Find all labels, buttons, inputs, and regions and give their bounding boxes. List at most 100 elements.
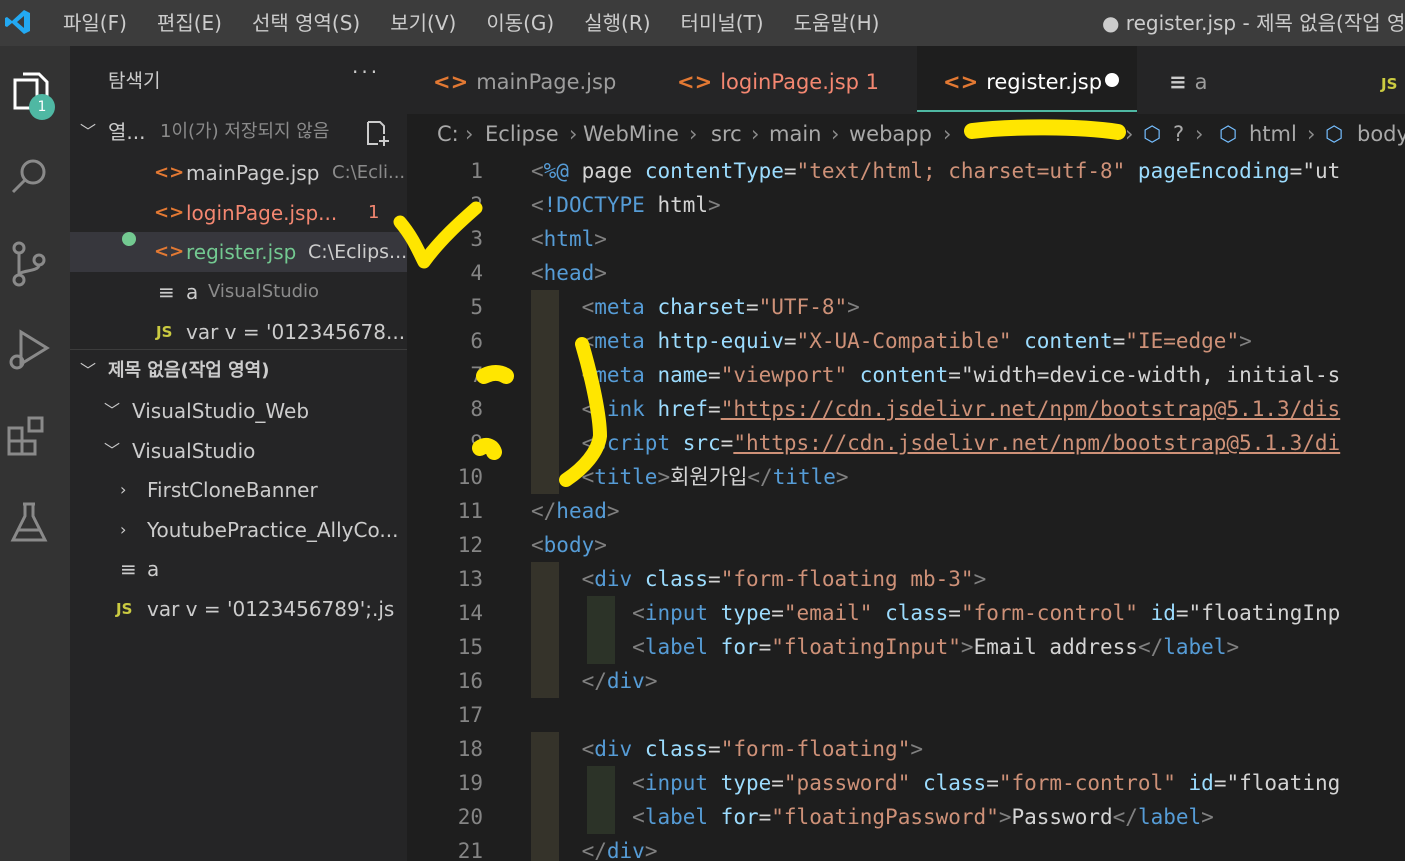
- search-icon[interactable]: [5, 154, 53, 202]
- chevron-right-icon: ›: [1307, 122, 1316, 146]
- code-text: <input type="password" class="form-contr…: [632, 771, 1341, 795]
- code-line[interactable]: 15 <label for="floatingInput">Email addr…: [407, 630, 1405, 664]
- unsaved-count: 1이(가) 저장되지 않음: [160, 121, 330, 142]
- breadcrumb-item[interactable]: src: [711, 114, 742, 154]
- chevron-right-icon: ›: [120, 480, 127, 499]
- menu-go[interactable]: 이동(G): [471, 0, 569, 46]
- breadcrumb-item[interactable]: body: [1357, 114, 1405, 154]
- tree-file[interactable]: JS var v = '0123456789';.js: [70, 589, 407, 629]
- code-line[interactable]: 16 </div>: [407, 664, 1405, 698]
- tab-a[interactable]: ≡ a: [1137, 46, 1367, 114]
- menu-selection[interactable]: 선택 영역(S): [237, 0, 375, 46]
- explorer-sidebar: 탐색기 ··· ﹀ 열... 1이(가) 저장되지 않음 <> mainPage…: [70, 46, 407, 861]
- menu-run[interactable]: 실행(R): [569, 0, 665, 46]
- line-number: 11: [457, 499, 483, 523]
- code-line[interactable]: 12 <body>: [407, 528, 1405, 562]
- code-line[interactable]: 13 <div class="form-floating mb-3">: [407, 562, 1405, 596]
- code-line[interactable]: 5 <meta charset="UTF-8">: [407, 290, 1405, 324]
- line-number: 21: [457, 839, 483, 861]
- menu-terminal[interactable]: 터미널(T): [666, 0, 779, 46]
- code-line[interactable]: 19 <input type="password" class="form-co…: [407, 766, 1405, 800]
- save-all-icon[interactable]: [364, 120, 392, 146]
- breadcrumb-item[interactable]: C:: [437, 114, 459, 154]
- line-number: 15: [457, 635, 483, 659]
- code-editor[interactable]: 1 <%@ page contentType="text/html; charse…: [407, 154, 1405, 861]
- line-number: 2: [470, 193, 483, 217]
- breadcrumb-item[interactable]: main: [769, 114, 821, 154]
- breadcrumb-item[interactable]: Eclipse: [485, 114, 559, 154]
- code-line[interactable]: 3 <html>: [407, 222, 1405, 256]
- breadcrumb-item[interactable]: webapp: [849, 114, 932, 154]
- code-line[interactable]: 7 <meta name="viewport" content="width=d…: [407, 358, 1405, 392]
- code-line[interactable]: 17: [407, 698, 1405, 732]
- chevron-down-icon: ﹀: [104, 401, 121, 420]
- tab-mainpage[interactable]: <> mainPage.jsp: [407, 46, 657, 114]
- code-line[interactable]: 6 <meta http-equiv="X-UA-Compatible" con…: [407, 324, 1405, 358]
- open-editor-item[interactable]: <> loginPage.jsp... 1: [70, 193, 407, 233]
- code-line[interactable]: 10 <title>회원가입</title>: [407, 460, 1405, 494]
- code-line[interactable]: 4 <head>: [407, 256, 1405, 290]
- code-line[interactable]: 21 </div>: [407, 834, 1405, 861]
- tab-register-active[interactable]: <> register.jsp: [917, 46, 1137, 114]
- code-line[interactable]: 1 <%@ page contentType="text/html; charse…: [407, 154, 1405, 188]
- html-file-icon: <>: [154, 241, 185, 262]
- code-text: <div class="form-floating mb-3">: [581, 567, 987, 591]
- js-file-icon: JS: [116, 600, 133, 618]
- breadcrumb-item[interactable]: ?: [1173, 114, 1184, 154]
- menu-help[interactable]: 도움말(H): [779, 0, 895, 46]
- breadcrumb-item[interactable]: WebMine: [583, 114, 679, 154]
- chevron-right-icon: ›: [120, 520, 127, 539]
- code-line[interactable]: 14 <input type="email" class="form-contr…: [407, 596, 1405, 630]
- code-line[interactable]: 11 </head>: [407, 494, 1405, 528]
- tree-file[interactable]: ≡ a: [70, 549, 407, 589]
- code-text: <!DOCTYPE html>: [531, 193, 721, 217]
- code-line[interactable]: 18 <div class="form-floating">: [407, 732, 1405, 766]
- menu-view[interactable]: 보기(V): [375, 0, 471, 46]
- breadcrumb-item[interactable]: html: [1249, 114, 1297, 154]
- workspace-header[interactable]: ﹀ 제목 없음(작업 영역): [70, 351, 407, 391]
- testing-flask-icon[interactable]: [5, 498, 53, 546]
- code-text: <title>회원가입</title>: [581, 465, 849, 489]
- html-file-icon: <>: [154, 162, 185, 183]
- code-text: <script src="https://cdn.jsdelivr.net/np…: [581, 431, 1341, 455]
- code-text: <head>: [531, 261, 607, 285]
- explorer-title: 탐색기: [108, 70, 161, 92]
- tab-loginpage[interactable]: <> loginPage.jsp 1: [657, 46, 917, 114]
- open-editor-item[interactable]: ≡ a VisualStudio: [70, 272, 407, 312]
- code-line[interactable]: 8 <link href="https://cdn.jsdelivr.net/n…: [407, 392, 1405, 426]
- open-editor-item-active[interactable]: <> register.jsp C:\Eclips...: [70, 232, 407, 272]
- run-debug-icon[interactable]: [5, 326, 53, 374]
- tree-folder[interactable]: › YoutubePractice_AllyCo...: [70, 510, 407, 550]
- line-number: 16: [457, 669, 483, 693]
- line-number: 14: [457, 601, 483, 625]
- code-line[interactable]: 2 <!DOCTYPE html>: [407, 188, 1405, 222]
- chevron-down-icon: ﹀: [80, 122, 97, 141]
- chevron-right-icon: ›: [831, 122, 840, 146]
- code-text: <input type="email" class="form-control"…: [632, 601, 1341, 625]
- more-actions-icon[interactable]: ···: [352, 60, 380, 84]
- chevron-right-icon: ›: [465, 122, 474, 146]
- source-control-icon[interactable]: [5, 240, 53, 288]
- code-line[interactable]: 9 <script src="https://cdn.jsdelivr.net/…: [407, 426, 1405, 460]
- code-text: <label for="floatingInput">Email address…: [632, 635, 1240, 659]
- chevron-right-icon: ›: [1125, 122, 1134, 146]
- open-editors-header[interactable]: ﹀ 열... 1이(가) 저장되지 않음: [70, 112, 407, 152]
- code-text: <meta http-equiv="X-UA-Compatible" conte…: [581, 329, 1252, 353]
- tree-folder[interactable]: ﹀ VisualStudio: [70, 431, 407, 471]
- line-number: 5: [470, 295, 483, 319]
- extensions-icon[interactable]: [5, 412, 53, 460]
- tree-folder[interactable]: › FirstCloneBanner: [70, 470, 407, 510]
- vscode-logo-icon[interactable]: [4, 8, 32, 36]
- tab-js[interactable]: JS: [1367, 46, 1405, 114]
- unsaved-dot-icon[interactable]: [1105, 73, 1119, 87]
- open-editor-item[interactable]: <> mainPage.jsp C:\Ecli...: [70, 153, 407, 193]
- html-file-icon: <>: [154, 202, 185, 223]
- menu-edit[interactable]: 편집(E): [142, 0, 237, 46]
- tree-folder[interactable]: ﹀ VisualStudio_Web: [70, 391, 407, 431]
- open-editor-item[interactable]: JS var v = '012345678...: [70, 312, 407, 352]
- code-line[interactable]: 20 <label for="floatingPassword">Passwor…: [407, 800, 1405, 834]
- workspace-label: 제목 없음(작업 영역): [108, 360, 270, 381]
- symbol-cube-icon: ⬡: [1143, 122, 1162, 146]
- explorer-badge: 1: [29, 94, 55, 120]
- menu-file[interactable]: 파일(F): [48, 0, 142, 46]
